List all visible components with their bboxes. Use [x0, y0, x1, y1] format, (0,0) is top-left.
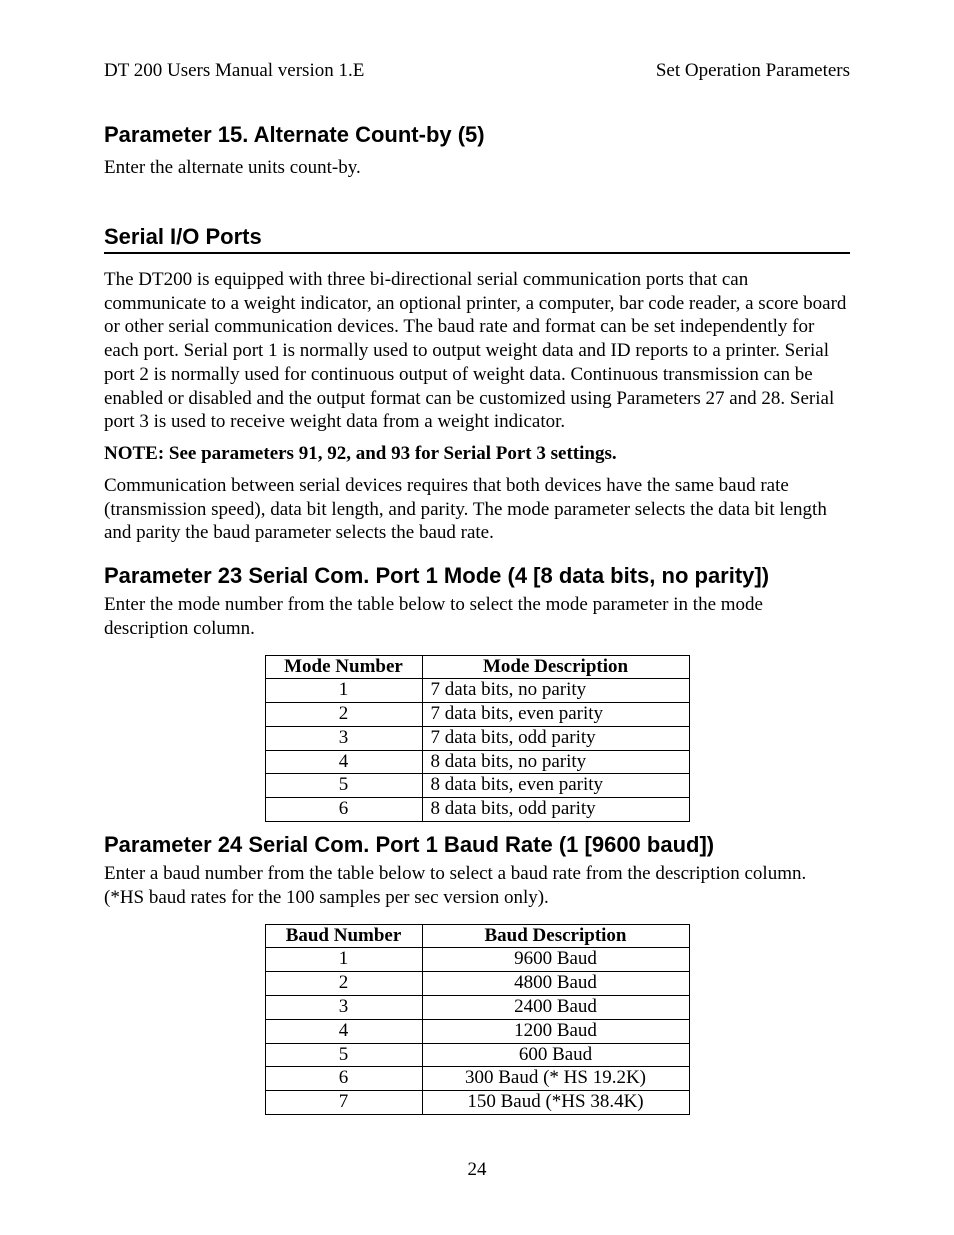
- baud-num: 7: [265, 1091, 422, 1115]
- mode-num: 5: [265, 774, 422, 798]
- table-row: 7150 Baud (*HS 38.4K): [265, 1091, 689, 1115]
- baud-num: 6: [265, 1067, 422, 1091]
- heading-param15: Parameter 15. Alternate Count-by (5): [104, 122, 850, 148]
- table-row: 5600 Baud: [265, 1043, 689, 1067]
- mode-desc: 8 data bits, no parity: [422, 750, 689, 774]
- baud-desc: 600 Baud: [422, 1043, 689, 1067]
- baud-desc: 1200 Baud: [422, 1019, 689, 1043]
- mode-desc: 7 data bits, no parity: [422, 679, 689, 703]
- paragraph-serial-2: Communication between serial devices req…: [104, 474, 850, 545]
- baud-num: 3: [265, 995, 422, 1019]
- table-row: 48 data bits, no parity: [265, 750, 689, 774]
- table-row: 32400 Baud: [265, 995, 689, 1019]
- mode-num: 1: [265, 679, 422, 703]
- note-serial: NOTE: See parameters 91, 92, and 93 for …: [104, 442, 850, 466]
- table-row: 24800 Baud: [265, 972, 689, 996]
- baud-num: 5: [265, 1043, 422, 1067]
- mode-num: 4: [265, 750, 422, 774]
- mode-header-description: Mode Description: [422, 655, 689, 679]
- table-row: 41200 Baud: [265, 1019, 689, 1043]
- baud-header-number: Baud Number: [265, 924, 422, 948]
- table-header-row: Baud Number Baud Description: [265, 924, 689, 948]
- baud-desc: 2400 Baud: [422, 995, 689, 1019]
- baud-num: 1: [265, 948, 422, 972]
- baud-desc: 150 Baud (*HS 38.4K): [422, 1091, 689, 1115]
- baud-num: 4: [265, 1019, 422, 1043]
- page-number: 24: [0, 1159, 954, 1181]
- mode-header-number: Mode Number: [265, 655, 422, 679]
- heading-serial-io: Serial I/O Ports: [104, 224, 850, 254]
- baud-header-description: Baud Description: [422, 924, 689, 948]
- heading-param24: Parameter 24 Serial Com. Port 1 Baud Rat…: [104, 832, 850, 858]
- mode-table: Mode Number Mode Description 17 data bit…: [265, 655, 690, 823]
- table-row: 27 data bits, even parity: [265, 703, 689, 727]
- baud-desc: 300 Baud (* HS 19.2K): [422, 1067, 689, 1091]
- baud-desc: 4800 Baud: [422, 972, 689, 996]
- mode-desc: 8 data bits, even parity: [422, 774, 689, 798]
- document-page: DT 200 Users Manual version 1.E Set Oper…: [0, 0, 954, 1235]
- baud-num: 2: [265, 972, 422, 996]
- table-row: 37 data bits, odd parity: [265, 726, 689, 750]
- mode-desc: 7 data bits, even parity: [422, 703, 689, 727]
- heading-param23: Parameter 23 Serial Com. Port 1 Mode (4 …: [104, 563, 850, 589]
- header-left: DT 200 Users Manual version 1.E: [104, 60, 364, 82]
- table-row: 19600 Baud: [265, 948, 689, 972]
- table-row: 17 data bits, no parity: [265, 679, 689, 703]
- mode-num: 6: [265, 798, 422, 822]
- mode-desc: 7 data bits, odd parity: [422, 726, 689, 750]
- paragraph-serial-1: The DT200 is equipped with three bi-dire…: [104, 268, 850, 434]
- table-row: 6300 Baud (* HS 19.2K): [265, 1067, 689, 1091]
- table-row: 68 data bits, odd parity: [265, 798, 689, 822]
- paragraph-param24: Enter a baud number from the table below…: [104, 862, 850, 910]
- table-row: 58 data bits, even parity: [265, 774, 689, 798]
- mode-num: 2: [265, 703, 422, 727]
- table-header-row: Mode Number Mode Description: [265, 655, 689, 679]
- header-right: Set Operation Parameters: [656, 60, 850, 82]
- mode-desc: 8 data bits, odd parity: [422, 798, 689, 822]
- mode-num: 3: [265, 726, 422, 750]
- running-header: DT 200 Users Manual version 1.E Set Oper…: [104, 60, 850, 82]
- baud-table: Baud Number Baud Description 19600 Baud …: [265, 924, 690, 1115]
- paragraph-param15: Enter the alternate units count-by.: [104, 156, 850, 180]
- paragraph-param23: Enter the mode number from the table bel…: [104, 593, 850, 641]
- baud-desc: 9600 Baud: [422, 948, 689, 972]
